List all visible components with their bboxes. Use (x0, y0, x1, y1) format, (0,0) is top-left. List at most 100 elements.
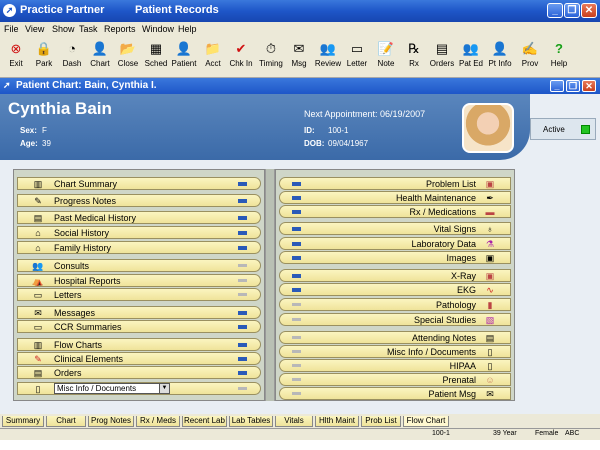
chart-window-icon: ➚ (3, 80, 11, 90)
maximize-icon[interactable]: ❐ (564, 3, 580, 18)
tab-patient-msg[interactable]: Patient Msg ✉ (279, 387, 511, 400)
timing-button[interactable]: ⏱ Timing (258, 39, 284, 77)
tab-clinical-elements[interactable]: ✎ Clinical Elements (17, 352, 261, 365)
schedule-button[interactable]: ▦ Sched (143, 39, 169, 77)
close-icon[interactable]: ✕ (581, 3, 597, 18)
sex-label: Sex: (20, 126, 37, 135)
patient-education-icon: 👥 (462, 41, 480, 56)
tab-health-maintenance[interactable]: Health Maintenance ✒ (279, 191, 511, 204)
dash-button[interactable]: ◔ Dash (59, 39, 85, 77)
tab-orders[interactable]: ▤ Orders (17, 366, 261, 379)
patient-info-button[interactable]: 👤 Pt Info (487, 39, 513, 77)
close-chart-button[interactable]: 📂 Close (115, 39, 141, 77)
tab-hospital-reports[interactable]: ⛺ Hospital Reports (17, 274, 261, 287)
menu-reports[interactable]: Reports (104, 24, 136, 34)
special-studies-icon: ▧ (485, 315, 495, 325)
letter-button[interactable]: ▭ Letter (344, 39, 370, 77)
hospital-bed-icon: ⛺ (32, 276, 44, 286)
module-title: Patient Records (135, 4, 219, 16)
tab-hlth-maint[interactable]: Hlth Maint (315, 416, 359, 427)
tab-laboratory-data[interactable]: Laboratory Data ⚗ (279, 237, 511, 250)
tab-misc-info[interactable]: ▯ Misc Info / Documents ▼ (17, 382, 261, 395)
new-data-flag-icon (238, 371, 247, 375)
orders-button[interactable]: ▤ Orders (429, 39, 455, 77)
history-icon: ▤ (33, 213, 43, 223)
dashboard-icon: ◔ (68, 41, 76, 56)
note-icon: 📝 (377, 41, 395, 56)
tab-ekg[interactable]: EKG ∿ (279, 283, 511, 296)
tab-letters[interactable]: ▭ Letters (17, 288, 261, 301)
new-data-flag-icon (292, 242, 301, 246)
toolbar: ⊗ Exit 🔒 Park ◔ Dash 👤 Chart 📂 Close ▦ Sched 👤… (0, 38, 600, 78)
patient-button[interactable]: 👤 Patient (171, 39, 197, 77)
tab-messages[interactable]: ✉ Messages (17, 306, 261, 319)
review-button[interactable]: 👥 Review (315, 39, 341, 77)
rx-button[interactable]: ℞ Rx (401, 39, 427, 77)
tab-progress-notes[interactable]: ✎ Progress Notes (17, 194, 261, 207)
chart-minimize-icon[interactable]: _ (550, 80, 564, 92)
tab-flow-charts[interactable]: ▥ Flow Charts (17, 338, 261, 351)
status-id: 100-1 (432, 430, 450, 437)
provider-button[interactable]: ✍ Prov (517, 39, 543, 77)
menu-show[interactable]: Show (52, 24, 75, 34)
hipaa-icon: ▯ (487, 361, 493, 371)
account-button[interactable]: 📁 Acct (200, 39, 226, 77)
tab-prob-list[interactable]: Prob List (361, 416, 401, 427)
park-button[interactable]: 🔒 Park (31, 39, 57, 77)
menu-help[interactable]: Help (178, 24, 197, 34)
new-data-flag-icon (292, 256, 301, 260)
exit-icon: ⊗ (10, 41, 22, 56)
tab-rx-medications[interactable]: Rx / Medications ▬ (279, 205, 511, 218)
tab-ccr-summaries[interactable]: ▭ CCR Summaries (17, 320, 261, 333)
tab-family-history[interactable]: ⌂ Family History (17, 241, 261, 254)
tab-chart[interactable]: Chart (46, 416, 86, 427)
menu-task[interactable]: Task (79, 24, 98, 34)
exit-button[interactable]: ⊗ Exit (3, 39, 29, 77)
tab-images[interactable]: Images ▣ (279, 251, 511, 264)
menu-view[interactable]: View (25, 24, 44, 34)
tab-attending-notes[interactable]: Attending Notes ▤ (279, 331, 511, 344)
tab-rx-meds[interactable]: Rx / Meds (136, 416, 180, 427)
no-data-flag-icon (292, 318, 301, 321)
tab-recent-lab[interactable]: Recent Lab (182, 416, 227, 427)
menu-window[interactable]: Window (142, 24, 174, 34)
tab-consults[interactable]: 👥 Consults (17, 259, 261, 272)
chart-button[interactable]: 👤 Chart (87, 39, 113, 77)
misc-info-select[interactable]: Misc Info / Documents ▼ (54, 383, 170, 394)
tab-flow-chart[interactable]: Flow Chart (403, 416, 449, 427)
tab-past-medical-history[interactable]: ▤ Past Medical History (17, 211, 261, 224)
messages-icon: ✉ (34, 308, 42, 318)
tab-prog-notes[interactable]: Prog Notes (88, 416, 134, 427)
tab-problem-list[interactable]: Problem List ▣ (279, 177, 511, 190)
provider-icon: ✍ (521, 41, 539, 56)
tab-x-ray[interactable]: X-Ray ▣ (279, 269, 511, 282)
new-data-flag-icon (238, 343, 247, 347)
menu-bar: File View Show Task Reports Window Help (0, 22, 600, 38)
tab-social-history[interactable]: ⌂ Social History (17, 226, 261, 239)
chevron-down-icon: ▼ (159, 384, 169, 393)
tab-vital-signs[interactable]: Vital Signs ♁ (279, 222, 511, 235)
tab-hipaa[interactable]: HIPAA ▯ (279, 359, 511, 372)
new-data-flag-icon (238, 325, 247, 329)
check-in-button[interactable]: ✔ Chk In (228, 39, 254, 77)
patient-education-button[interactable]: 👥 Pat Ed (458, 39, 484, 77)
tab-lab-tables[interactable]: Lab Tables (229, 416, 273, 427)
help-button[interactable]: ? Help (546, 39, 572, 77)
message-button[interactable]: ✉ Msg (286, 39, 312, 77)
tab-prenatal[interactable]: Prenatal ☺ (279, 373, 511, 386)
tab-special-studies[interactable]: Special Studies ▧ (279, 313, 511, 326)
tab-chart-summary[interactable]: ▥ Chart Summary (17, 177, 261, 190)
problem-list-icon: ▣ (485, 179, 495, 189)
message-icon: ✉ (293, 41, 305, 56)
tab-vitals[interactable]: Vitals (275, 416, 313, 427)
no-data-flag-icon (292, 378, 301, 381)
tab-pathology[interactable]: Pathology ▮ (279, 298, 511, 311)
chart-close-icon[interactable]: ✕ (582, 80, 596, 92)
minimize-icon[interactable]: _ (547, 3, 563, 18)
patient-photo (462, 103, 514, 153)
chart-maximize-icon[interactable]: ❐ (566, 80, 580, 92)
menu-file[interactable]: File (4, 24, 19, 34)
note-button[interactable]: 📝 Note (373, 39, 399, 77)
tab-misc-info-documents[interactable]: Misc Info / Documents ▯ (279, 345, 511, 358)
tab-summary[interactable]: Summary (2, 416, 44, 427)
